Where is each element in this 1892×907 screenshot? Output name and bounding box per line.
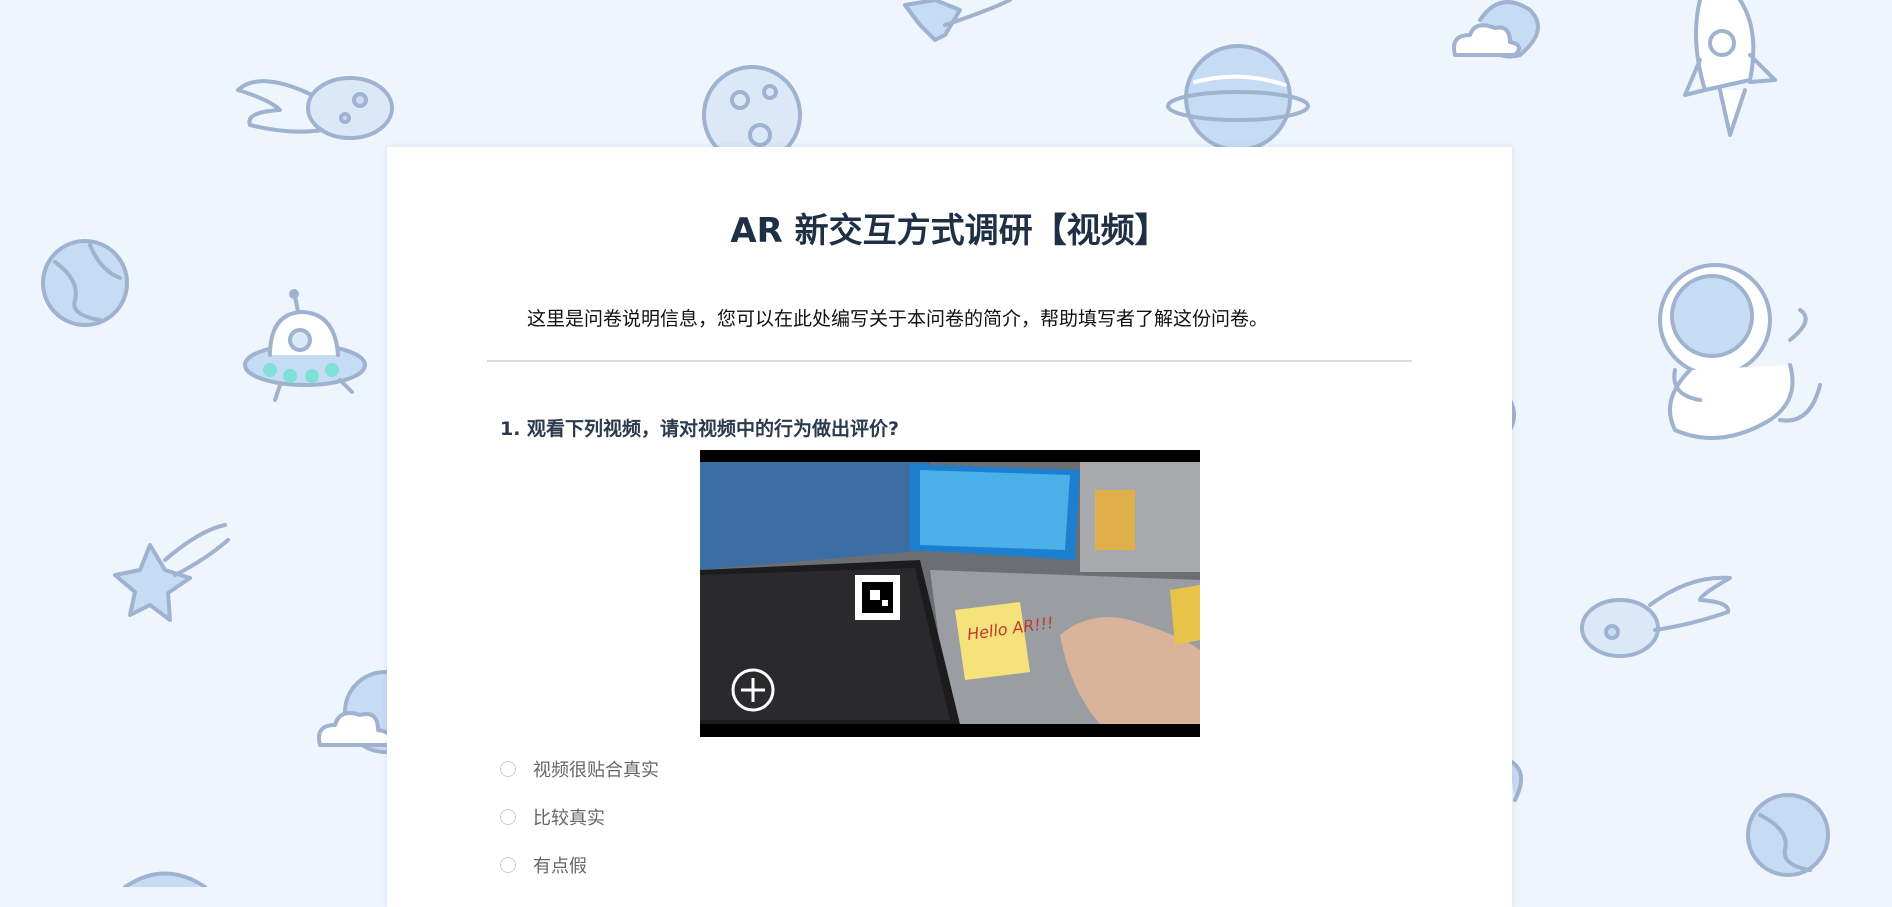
star-doodle: [903, 0, 1012, 42]
ringed-planet-doodle: [1166, 44, 1310, 152]
radio-button[interactable]: [500, 809, 516, 825]
radio-button[interactable]: [500, 857, 516, 873]
option-2[interactable]: 比较真实: [500, 804, 605, 830]
survey-card: AR 新交互方式调研【视频】 这里是问卷说明信息，您可以在此处编写关于本问卷的简…: [387, 147, 1512, 907]
rocket-doodle: [1683, 0, 1777, 137]
option-label: 视频很贴合真实: [533, 760, 659, 781]
option-1[interactable]: 视频很贴合真实: [500, 756, 659, 782]
planet-bottom-right-doodle: [1746, 793, 1830, 877]
comet-right-doodle: [1580, 575, 1732, 658]
cloud-moon-doodle: [1452, 0, 1540, 59]
planet-bottom-left-doodle: [123, 871, 207, 887]
divider: [487, 360, 1412, 362]
striped-planet-doodle: [41, 239, 129, 327]
radio-button[interactable]: [500, 761, 516, 777]
video-frame: Hello AR!!!: [700, 450, 1200, 737]
survey-title: AR 新交互方式调研【视频】: [730, 211, 1169, 251]
option-label: 比较真实: [533, 808, 605, 829]
astronaut-doodle: [1658, 263, 1822, 440]
option-3[interactable]: 有点假: [500, 852, 587, 878]
option-label: 有点假: [533, 856, 587, 877]
question-title: 1. 观看下列视频，请对视频中的行为做出评价?: [500, 418, 900, 440]
comet-doodle: [236, 76, 394, 140]
video-player[interactable]: Hello AR!!!: [700, 450, 1200, 737]
shooting-star-doodle: [113, 523, 230, 622]
ufo-doodle: [243, 289, 367, 402]
survey-description: 这里是问卷说明信息，您可以在此处编写关于本问卷的简介，帮助填写者了解这份问卷。: [527, 308, 1269, 330]
